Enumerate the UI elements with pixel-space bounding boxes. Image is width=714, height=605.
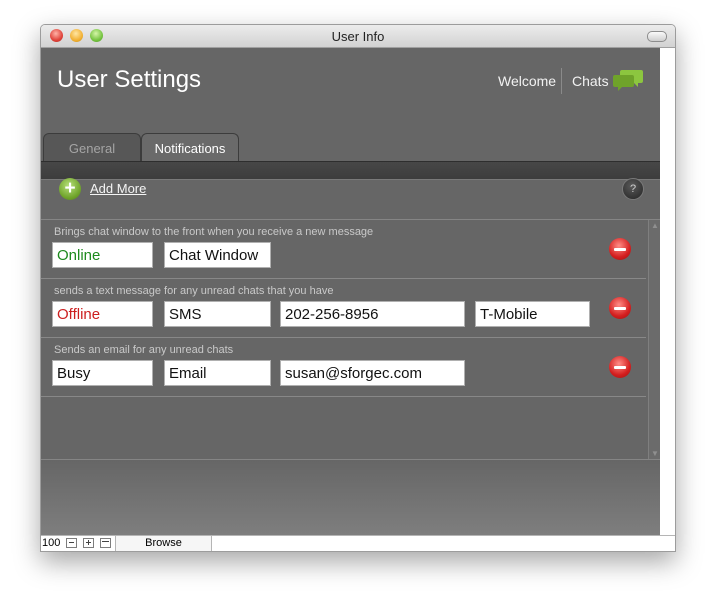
zoom-level: 100 [42, 537, 61, 549]
status-field[interactable]: Online [52, 242, 153, 268]
header-divider [561, 68, 562, 94]
main-panel: User Settings Welcome Chats General Noti… [41, 48, 660, 535]
notification-row-email: Sends an email for any unread chats Busy… [41, 338, 646, 397]
remove-icon[interactable] [609, 356, 631, 378]
window-scroll-track [660, 48, 675, 535]
zoom-out-icon[interactable] [66, 538, 77, 548]
email-field[interactable]: susan@sforgec.com [280, 360, 465, 386]
tab-notifications[interactable]: Notifications [141, 133, 239, 163]
row-description: Brings chat window to the front when you… [54, 226, 374, 238]
carrier-field[interactable]: T-Mobile [475, 301, 590, 327]
notification-row-sms: sends a text message for any unread chat… [41, 279, 646, 338]
status-field[interactable]: Offline [52, 301, 153, 327]
user-info-window: User Info User Settings Welcome Chats Ge… [40, 24, 676, 552]
chat-bubbles-icon[interactable] [613, 68, 643, 92]
footer-area [41, 460, 660, 535]
status-field[interactable]: Busy [52, 360, 153, 386]
tab-header-bar [41, 162, 660, 180]
scroll-down-arrow-icon[interactable]: ▼ [651, 449, 659, 458]
window-title: User Info [331, 29, 385, 44]
row-description: Sends an email for any unread chats [54, 344, 234, 356]
welcome-link[interactable]: Welcome [498, 73, 556, 89]
add-more-link[interactable]: Add More [90, 181, 146, 196]
method-field[interactable]: Chat Window [164, 242, 271, 268]
remove-icon[interactable] [609, 238, 631, 260]
layout-toggle-icon[interactable] [100, 538, 111, 548]
method-field[interactable]: Email [164, 360, 271, 386]
phone-field[interactable]: 202-256-8956 [280, 301, 465, 327]
row-description: sends a text message for any unread chat… [54, 285, 334, 297]
notification-row-chat-window: Brings chat window to the front when you… [41, 220, 646, 279]
chats-link[interactable]: Chats [572, 73, 609, 89]
zoom-in-icon[interactable] [83, 538, 94, 548]
tab-general[interactable]: General [43, 133, 141, 162]
list-scrollbar[interactable]: ▲ ▼ [648, 220, 660, 459]
browse-mode-tab[interactable]: Browse [115, 536, 212, 551]
remove-icon[interactable] [609, 297, 631, 319]
add-more-icon[interactable]: + [59, 178, 81, 200]
toolbar-toggle-button[interactable] [647, 31, 667, 42]
title-bar: User Info [41, 25, 675, 48]
notification-list: Brings chat window to the front when you… [41, 220, 646, 461]
scroll-up-arrow-icon[interactable]: ▲ [651, 221, 659, 230]
method-field[interactable]: SMS [164, 301, 271, 327]
page-title: User Settings [57, 66, 202, 93]
help-icon[interactable]: ? [622, 178, 644, 200]
status-bar: 100 Browse [41, 535, 675, 551]
